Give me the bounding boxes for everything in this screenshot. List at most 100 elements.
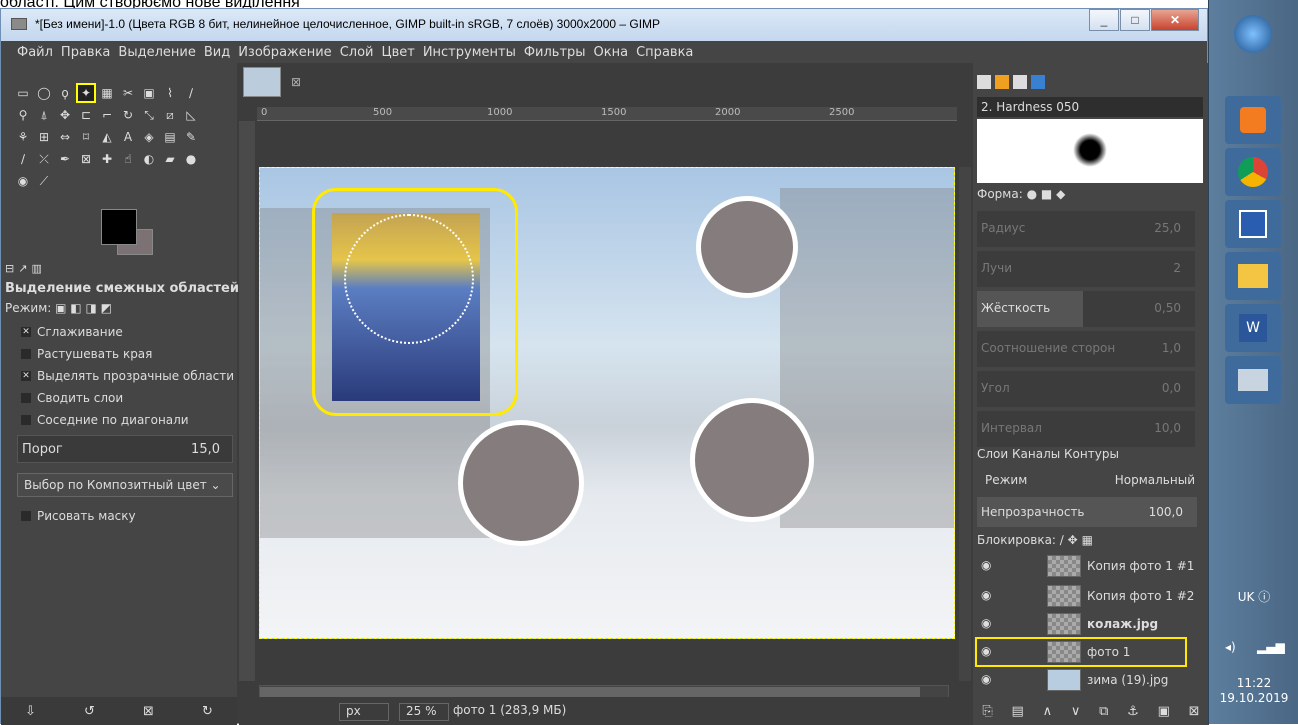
scroll-thumb[interactable] <box>260 687 920 697</box>
menu-edit[interactable]: Правка <box>61 45 110 60</box>
brush-preview[interactable] <box>977 119 1203 183</box>
align-icon[interactable]: ⊏ <box>78 107 94 123</box>
duplicate-layer-icon[interactable]: ⧉ <box>1099 704 1108 719</box>
network-icon[interactable]: ▂▄▆ <box>1257 640 1285 654</box>
start-button-icon[interactable] <box>1225 10 1281 58</box>
fuzzy-select-icon[interactable]: ✦ <box>76 83 96 103</box>
ink-icon[interactable]: ✒ <box>57 151 73 167</box>
smudge-icon[interactable]: ☝ <box>120 151 136 167</box>
gradients-tab-icon[interactable] <box>1031 75 1045 89</box>
picker-icon[interactable]: ∕ <box>183 85 199 101</box>
menu-windows[interactable]: Окна <box>594 45 629 60</box>
zoom-icon[interactable]: ⚲ <box>15 107 31 123</box>
angle-slider[interactable]: Угол 0,0 <box>977 371 1195 407</box>
foreground-color-swatch[interactable] <box>101 209 137 245</box>
crop-icon[interactable]: ⌐ <box>99 107 115 123</box>
threshold-slider[interactable]: Порог 15,0 <box>17 435 233 463</box>
menu-filters[interactable]: Фильтры <box>524 45 586 60</box>
maximize-button[interactable]: □ <box>1120 9 1150 31</box>
opacity-slider[interactable]: Непрозрачность 100,0 <box>977 497 1197 527</box>
select-by-combo[interactable]: Выбор по Композитный цвет ⌄ <box>17 473 233 497</box>
lock-pixels-icon[interactable]: ∕ <box>1060 533 1064 547</box>
anchor-layer-icon[interactable]: ⚓ <box>1127 704 1139 719</box>
menu-help[interactable]: Справка <box>636 45 693 60</box>
layer-row-selected[interactable]: ◉ фото 1 <box>975 637 1187 667</box>
save-options-icon[interactable]: ⇩ <box>25 704 36 719</box>
layer-mode-value[interactable]: Нормальный <box>1115 473 1195 489</box>
gimp-taskbar-icon[interactable] <box>1225 356 1281 404</box>
patterns-tab-icon[interactable] <box>995 75 1009 89</box>
gegl-icon[interactable]: ● <box>183 151 199 167</box>
rect-select-icon[interactable]: ▭ <box>15 85 31 101</box>
measure-icon[interactable]: ⍋ <box>36 107 52 123</box>
brushes-tab-icon[interactable] <box>977 75 991 89</box>
scissors-icon[interactable]: ✂ <box>120 85 136 101</box>
hardness-slider[interactable]: Жёсткость 0,50 <box>977 291 1195 327</box>
spikes-slider[interactable]: Лучи 2 <box>977 251 1195 287</box>
text-icon[interactable]: A <box>120 129 136 145</box>
cage-icon[interactable]: ⊞ <box>36 129 52 145</box>
shear-icon[interactable]: ⧄ <box>162 107 178 123</box>
ellipse-select-icon[interactable]: ◯ <box>36 85 52 101</box>
layers-dock-tabs[interactable]: Слои Каналы Контуры <box>977 447 1119 461</box>
zoom-select[interactable]: 25 % <box>399 703 449 721</box>
bucket-fill-icon[interactable]: ◭ <box>99 129 115 145</box>
visibility-eye-icon[interactable]: ◉ <box>981 588 991 602</box>
volume-icon[interactable]: ◂) <box>1225 640 1236 654</box>
mode-replace-button[interactable]: ▣ ◧ ◨ ◩ <box>55 301 112 315</box>
pencil-icon[interactable]: ✎ <box>183 129 199 145</box>
menu-view[interactable]: Вид <box>204 45 230 60</box>
foreground-select-icon[interactable]: ▣ <box>141 85 157 101</box>
transparent-check[interactable]: ✕ <box>21 371 31 381</box>
lock-position-icon[interactable]: ✥ <box>1068 533 1078 547</box>
menu-color[interactable]: Цвет <box>381 45 414 60</box>
visibility-eye-icon[interactable]: ◉ <box>981 644 991 658</box>
menu-file[interactable]: Файл <box>17 45 53 60</box>
tool-options-tabs[interactable]: ⊟ ↗ ▥ <box>5 259 233 277</box>
lower-layer-icon[interactable]: ∨ <box>1071 704 1081 719</box>
menu-image[interactable]: Изображение <box>238 45 331 60</box>
dodge-icon[interactable]: ◐ <box>141 151 157 167</box>
lasso-icon[interactable]: ϙ <box>57 85 73 101</box>
scale-icon[interactable]: ⤡ <box>141 107 157 123</box>
aspect-slider[interactable]: Соотношение сторон 1,0 <box>977 331 1195 367</box>
heal-icon[interactable]: ✚ <box>99 151 115 167</box>
layer-row[interactable]: ◉ зима (19).jpg <box>977 667 1185 693</box>
eyedropper-icon[interactable]: ⟋ <box>36 173 52 189</box>
radius-slider[interactable]: Радиус 25,0 <box>977 211 1195 247</box>
rotate-icon[interactable]: ↻ <box>120 107 136 123</box>
handle-transform-icon[interactable]: ⌑ <box>78 129 94 145</box>
airbrush-icon[interactable]: ⤫ <box>36 151 52 167</box>
language-indicator[interactable]: UK <box>1238 590 1255 604</box>
blend-icon[interactable]: ◈ <box>141 129 157 145</box>
chrome-icon[interactable] <box>1225 148 1281 196</box>
layer-row[interactable]: ◉ Копия фото 1 #2 <box>977 583 1194 609</box>
close-tab-icon[interactable]: ⊠ <box>291 75 301 89</box>
circle-shape-icon[interactable]: ● <box>1027 187 1037 201</box>
clock[interactable]: 11:22 19.10.2019 <box>1209 676 1298 706</box>
clone-icon[interactable]: ⊠ <box>78 151 94 167</box>
mypaint-icon[interactable]: ▤ <box>162 129 178 145</box>
antialias-check[interactable]: ✕ <box>21 327 31 337</box>
help-icon[interactable]: ⓘ <box>1258 590 1270 604</box>
undo-history-tab-icon[interactable]: ▥ <box>31 262 41 275</box>
sample-merged-check[interactable] <box>21 393 31 403</box>
paths-icon[interactable]: ⌇ <box>162 85 178 101</box>
mask-layer-icon[interactable]: ▣ <box>1158 704 1170 719</box>
diamond-shape-icon[interactable]: ◆ <box>1056 187 1065 201</box>
eraser-icon[interactable]: ▰ <box>162 151 178 167</box>
blur-icon[interactable]: ◉ <box>15 173 31 189</box>
folder-icon[interactable] <box>1225 252 1281 300</box>
spacing-slider[interactable]: Интервал 10,0 <box>977 411 1195 447</box>
media-player-icon[interactable] <box>1225 96 1281 144</box>
diagonal-check[interactable] <box>21 415 31 425</box>
save-icon[interactable] <box>1225 200 1281 248</box>
layers-tab-label[interactable]: Слои Каналы Контуры <box>977 447 1119 461</box>
move-icon[interactable]: ✥ <box>57 107 73 123</box>
menu-select[interactable]: Выделение <box>118 45 195 60</box>
device-status-tab-icon[interactable]: ↗ <box>18 262 27 275</box>
unit-select[interactable]: px <box>339 703 389 721</box>
visibility-eye-icon[interactable]: ◉ <box>981 616 991 630</box>
image-canvas[interactable] <box>259 167 955 639</box>
layer-row[interactable]: ◉ Копия фото 1 #1 <box>977 553 1194 579</box>
